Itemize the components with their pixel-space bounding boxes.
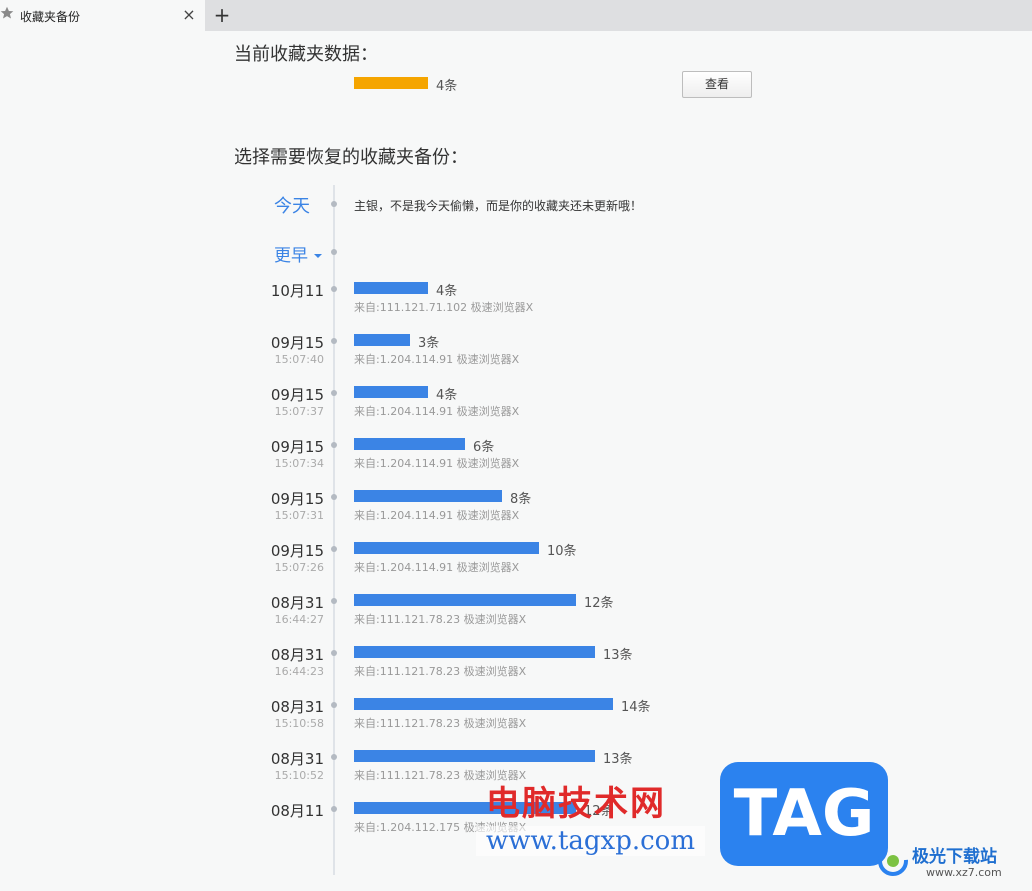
close-icon[interactable]: × (181, 7, 197, 23)
entry-date: 10月11 (270, 282, 324, 300)
timeline-dot (331, 201, 337, 207)
tab-strip: 收藏夹备份 × + (0, 0, 1032, 31)
entry-count-bar (354, 594, 576, 606)
entry-count-bar (354, 334, 410, 346)
current-count-bar (354, 77, 428, 89)
entry-date: 09月15 (270, 490, 324, 508)
watermark-badge: TAG (720, 762, 888, 866)
backup-entry[interactable]: 09月15 15:07:34 6条来自:1.204.114.91 极速浏览器X (0, 436, 1032, 488)
backup-entry[interactable]: 09月15 15:07:31 8条来自:1.204.114.91 极速浏览器X (0, 488, 1032, 540)
entry-source: 来自:111.121.78.23 极速浏览器X (354, 613, 527, 626)
entry-count-label: 8条 (510, 492, 532, 507)
backup-entry[interactable]: 09月15 15:07:40 3条来自:1.204.114.91 极速浏览器X (0, 332, 1032, 384)
entry-count-bar (354, 698, 613, 710)
entry-date: 08月31 (270, 698, 324, 716)
entry-time: 16:44:23 (274, 665, 324, 678)
entry-count-bar (354, 282, 428, 294)
entry-count-bar (354, 750, 595, 762)
entry-time: 15:07:26 (274, 561, 324, 574)
backup-entry[interactable]: 08月31 16:44:23 13条来自:111.121.78.23 极速浏览器X (0, 644, 1032, 696)
entry-date: 08月11 (270, 802, 324, 820)
entry-time: 15:07:34 (274, 457, 324, 470)
view-button[interactable]: 查看 (682, 71, 752, 98)
backup-entry[interactable]: 10月11 4条来自:111.121.71.102 极速浏览器X (0, 280, 1032, 332)
entry-source: 来自:1.204.114.91 极速浏览器X (354, 457, 520, 470)
earlier-label: 更早 (274, 246, 308, 266)
earlier-dropdown[interactable]: 更早 (274, 241, 322, 266)
entry-count-label: 4条 (436, 388, 458, 403)
tab-title: 收藏夹备份 (20, 10, 81, 24)
entry-count-bar (354, 646, 595, 658)
entry-date: 09月15 (270, 542, 324, 560)
tab-backup[interactable]: 收藏夹备份 × (0, 0, 205, 31)
entry-time: 15:10:52 (274, 769, 324, 782)
entry-count-bar (354, 490, 502, 502)
current-count-label: 4条 (436, 79, 458, 94)
entry-source: 来自:1.204.114.91 极速浏览器X (354, 353, 520, 366)
entry-time: 15:07:37 (274, 405, 324, 418)
entry-source: 来自:111.121.78.23 极速浏览器X (354, 665, 527, 678)
today-message: 主银，不是我今天偷懒，而是你的收藏夹还未更新哦！ (354, 199, 643, 213)
entry-count-bar (354, 542, 539, 554)
entry-count-label: 6条 (473, 440, 495, 455)
entry-count-bar (354, 386, 428, 398)
entry-date: 09月15 (270, 438, 324, 456)
entry-time: 15:07:31 (274, 509, 324, 522)
entry-count-label: 10条 (547, 544, 577, 559)
watermark-site-name: 电脑技术网 (486, 784, 666, 824)
entry-source: 来自:1.204.114.91 极速浏览器X (354, 405, 520, 418)
watermark-logo: 极光下载站 www.xz7.com (876, 840, 1026, 884)
entry-count-label: 3条 (418, 336, 440, 351)
entry-source: 来自:1.204.114.91 极速浏览器X (354, 561, 520, 574)
entry-time: 15:07:40 (274, 353, 324, 366)
entry-date: 08月31 (270, 594, 324, 612)
entry-count-label: 14条 (621, 700, 651, 715)
entry-count-bar (354, 438, 465, 450)
new-tab-button[interactable]: + (211, 4, 233, 26)
entry-count-label: 13条 (603, 648, 633, 663)
timeline-dot (331, 249, 337, 255)
logo-swirl-icon (878, 846, 908, 876)
caret-down-icon (314, 254, 322, 258)
entry-time: 15:10:58 (274, 717, 324, 730)
entry-count-label: 12条 (584, 596, 614, 611)
current-data-heading: 当前收藏夹数据： (234, 44, 378, 65)
entry-date: 08月31 (270, 750, 324, 768)
entry-date: 08月31 (270, 646, 324, 664)
entry-count-label: 13条 (603, 752, 633, 767)
entry-source: 来自:1.204.114.91 极速浏览器X (354, 509, 520, 522)
watermark-logo-url: www.xz7.com (926, 866, 1002, 879)
entry-date: 09月15 (270, 386, 324, 404)
entry-count-label: 4条 (436, 284, 458, 299)
entry-date: 09月15 (270, 334, 324, 352)
backup-entry[interactable]: 08月31 15:10:58 14条来自:111.121.78.23 极速浏览器X (0, 696, 1032, 748)
backup-heading: 选择需要恢复的收藏夹备份： (234, 147, 468, 168)
backup-entry[interactable]: 08月31 16:44:27 12条来自:111.121.78.23 极速浏览器X (0, 592, 1032, 644)
entry-source: 来自:111.121.71.102 极速浏览器X (354, 301, 534, 314)
watermark-logo-name: 极光下载站 (912, 847, 997, 867)
backup-entry[interactable]: 09月15 15:07:26 10条来自:1.204.114.91 极速浏览器X (0, 540, 1032, 592)
star-icon (0, 6, 14, 19)
watermark-site-url: www.tagxp.com (476, 826, 705, 856)
entry-source: 来自:111.121.78.23 极速浏览器X (354, 717, 527, 730)
today-label: 今天 (274, 196, 310, 217)
entry-time: 16:44:27 (274, 613, 324, 626)
backup-entry[interactable]: 09月15 15:07:37 4条来自:1.204.114.91 极速浏览器X (0, 384, 1032, 436)
